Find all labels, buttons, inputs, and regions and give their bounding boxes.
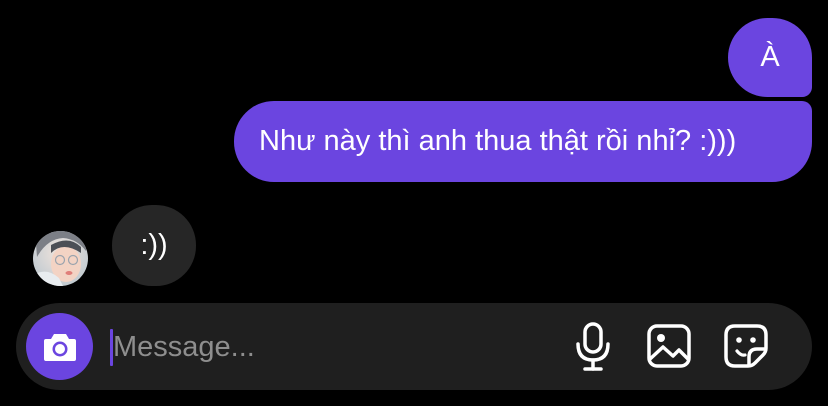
chat-screen: À Như này thì anh thua thật rồi nhỉ? :))… [0, 0, 828, 406]
gallery-icon [647, 324, 691, 368]
microphone-icon [576, 322, 610, 371]
avatar-photo [33, 231, 88, 286]
gallery-button[interactable] [644, 321, 694, 371]
contact-avatar[interactable] [33, 231, 88, 286]
message-text: :)) [140, 229, 168, 261]
message-text: À [760, 41, 780, 73]
sticker-icon [724, 324, 768, 368]
camera-button[interactable] [26, 313, 93, 380]
message-composer [16, 303, 812, 390]
sent-message-bubble[interactable]: À [728, 18, 812, 97]
message-input[interactable] [113, 325, 533, 369]
sent-message-bubble[interactable]: Như này thì anh thua thật rồi nhỉ? :))) [234, 101, 812, 182]
received-message-bubble[interactable]: :)) [112, 205, 196, 286]
camera-icon [43, 333, 76, 361]
sticker-button[interactable] [721, 321, 771, 371]
microphone-button[interactable] [569, 321, 617, 373]
message-text: Như này thì anh thua thật rồi nhỉ? :))) [259, 125, 737, 157]
